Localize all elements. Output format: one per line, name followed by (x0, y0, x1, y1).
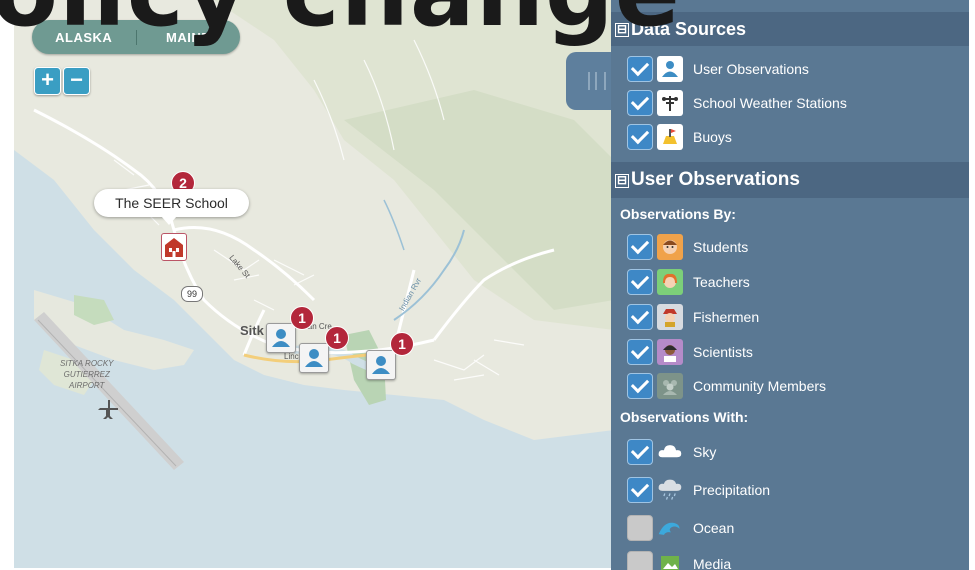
layer-row-weather-stations[interactable]: School Weather Stations (627, 88, 847, 118)
scientist-icon (657, 339, 683, 365)
filter-row-media[interactable]: Media (627, 549, 731, 570)
check-icon (630, 478, 650, 498)
user-observations-header[interactable]: ⊟ User Observations (611, 162, 969, 198)
student-icon (657, 234, 683, 260)
community-icon (657, 373, 683, 399)
cluster-badge[interactable]: 1 (290, 306, 314, 330)
filter-label: Teachers (693, 274, 750, 290)
weather-station-icon (657, 90, 683, 116)
checkbox[interactable] (627, 551, 653, 570)
observation-marker[interactable] (266, 323, 296, 353)
check-icon (630, 57, 650, 77)
check-icon (630, 91, 650, 111)
observation-marker[interactable] (299, 343, 329, 373)
layer-row-buoys[interactable]: Buoys (627, 122, 732, 152)
person-icon (305, 349, 323, 367)
cluster-badge[interactable]: 1 (325, 326, 349, 350)
filter-label: Fishermen (693, 309, 760, 325)
filter-label: Students (693, 239, 749, 255)
collapse-icon[interactable]: ⊟ (615, 174, 629, 188)
filter-row-sky[interactable]: Sky (627, 437, 716, 467)
layer-label: User Observations (693, 61, 809, 77)
checkbox[interactable] (627, 439, 653, 465)
checkbox[interactable] (627, 373, 653, 399)
layer-row-user-observations[interactable]: User Observations (627, 54, 809, 84)
zoom-controls: + − (34, 67, 90, 95)
filter-row-teachers[interactable]: Teachers (627, 267, 750, 297)
filter-label: Ocean (693, 520, 735, 536)
filter-row-community-members[interactable]: Community Members (627, 371, 826, 401)
checkbox[interactable] (627, 56, 653, 82)
overlay-title: olicy change (0, 0, 681, 42)
checkbox[interactable] (627, 90, 653, 116)
filter-row-fishermen[interactable]: Fishermen (627, 302, 759, 332)
filter-label: Scientists (693, 344, 753, 360)
highway-shield: 99 (181, 286, 203, 302)
checkbox[interactable] (627, 269, 653, 295)
checkbox[interactable] (627, 339, 653, 365)
check-icon (630, 340, 650, 360)
filter-label: Sky (693, 444, 717, 460)
rain-cloud-icon (657, 477, 683, 503)
fisherman-icon (657, 304, 683, 330)
map-basemap (14, 0, 614, 470)
filter-row-scientists[interactable]: Scientists (627, 337, 753, 367)
teacher-icon (657, 269, 683, 295)
buoy-icon (657, 124, 683, 150)
check-icon (630, 235, 650, 255)
filter-label: Media (693, 556, 732, 570)
check-icon (630, 125, 650, 145)
checkbox[interactable] (627, 124, 653, 150)
layer-label: School Weather Stations (693, 95, 847, 111)
map-canvas[interactable]: ALASKA MAINE + − 2 The SEER School 99 Si… (14, 0, 614, 568)
wave-icon (657, 515, 683, 541)
observations-with-heading: Observations With: (620, 409, 749, 425)
town-label: Sitk (240, 323, 264, 338)
school-callout: The SEER School (94, 189, 249, 225)
cluster-badge[interactable]: 1 (390, 332, 414, 356)
zoom-out-button[interactable]: − (63, 67, 90, 95)
image-icon (657, 551, 683, 570)
layers-panel: ⊟ Data Sources User Observations School … (611, 0, 969, 570)
person-icon (272, 329, 290, 347)
checkbox[interactable] (627, 304, 653, 330)
check-icon (630, 440, 650, 460)
layer-label: Buoys (693, 129, 732, 145)
person-icon (372, 356, 390, 374)
observation-marker[interactable] (366, 350, 396, 380)
check-icon (630, 270, 650, 290)
filter-label: Precipitation (693, 482, 771, 498)
school-marker[interactable] (161, 233, 187, 261)
observations-by-heading: Observations By: (620, 206, 736, 222)
map-viewer: ALASKA MAINE + − 2 The SEER School 99 Si… (0, 0, 975, 570)
checkbox[interactable] (627, 515, 653, 541)
check-icon (630, 305, 650, 325)
filter-row-ocean[interactable]: Ocean (627, 513, 734, 543)
filter-row-students[interactable]: Students (627, 232, 748, 262)
checkbox[interactable] (627, 477, 653, 503)
school-icon (165, 238, 183, 257)
section-title: User Observations (631, 169, 800, 190)
grip-icon (588, 72, 606, 90)
person-icon (657, 56, 683, 82)
check-icon (630, 374, 650, 394)
filter-label: Community Members (693, 378, 827, 394)
airport-label: SITKA ROCKY GUTIERREZ AIRPORT (60, 359, 114, 390)
checkbox[interactable] (627, 234, 653, 260)
zoom-in-button[interactable]: + (34, 67, 61, 95)
cloud-icon (657, 439, 683, 465)
filter-row-precipitation[interactable]: Precipitation (627, 475, 770, 505)
